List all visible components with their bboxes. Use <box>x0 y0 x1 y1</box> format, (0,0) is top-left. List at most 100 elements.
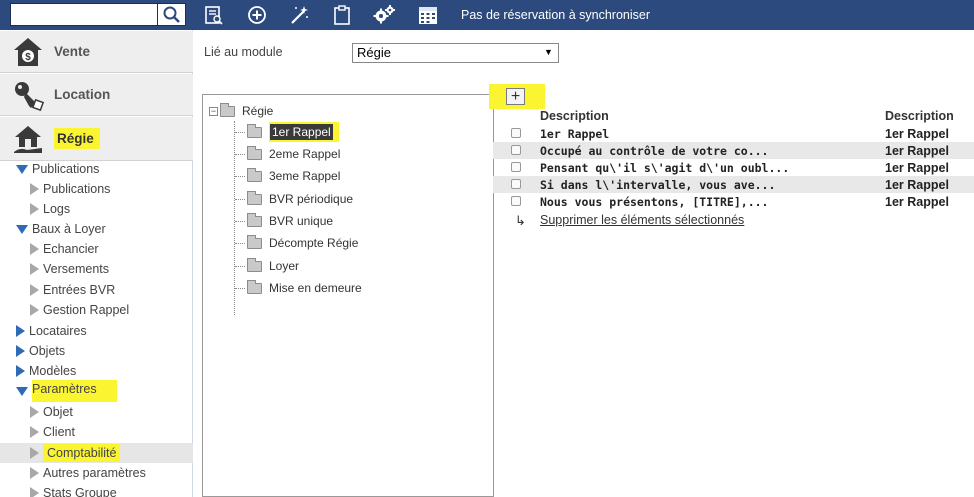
tree-node-label: Régie <box>242 104 274 118</box>
expanded-triangle-icon <box>16 224 28 234</box>
tree-connector <box>235 132 245 133</box>
tree-connector <box>235 176 245 177</box>
tree-node-loyer[interactable]: Loyer <box>247 257 299 275</box>
report-icon[interactable] <box>202 3 226 27</box>
table-row[interactable]: Nous vous présentons, [TITRE],... 1er Ra… <box>493 193 974 210</box>
tree-node-label: BVR unique <box>269 214 334 228</box>
tree-node-label: 3eme Rappel <box>269 169 341 183</box>
tree-node-label: 1er Rappel <box>269 122 339 142</box>
nav-objet[interactable]: Objet <box>0 402 193 422</box>
tree-node-1er-rappel[interactable]: 1er Rappel <box>247 122 339 142</box>
row-checkbox[interactable] <box>511 145 521 155</box>
nav-client[interactable]: Client <box>0 422 193 442</box>
module-regie[interactable]: Régie <box>0 117 193 161</box>
bullet-triangle-icon <box>30 203 39 215</box>
svg-text:$: $ <box>25 52 31 63</box>
tree-node-label: Mise en demeure <box>269 281 362 295</box>
bullet-triangle-icon <box>30 447 39 459</box>
return-arrow-icon: ↳ <box>515 213 526 228</box>
search-input[interactable] <box>10 3 158 26</box>
row-category: 1er Rappel <box>885 161 949 175</box>
nav-comptabilite[interactable]: Comptabilité <box>0 443 193 463</box>
tree-node-3eme-rappel[interactable]: 3eme Rappel <box>247 167 340 185</box>
row-checkbox[interactable] <box>511 162 521 172</box>
nav-parametres-group[interactable]: Paramètres <box>0 380 193 402</box>
tree-node-mise-en-demeure[interactable]: Mise en demeure <box>247 279 362 297</box>
house-dollar-icon: $ <box>8 32 48 72</box>
nav-echancier[interactable]: Echancier <box>0 239 193 259</box>
search-icon <box>163 6 180 23</box>
tree-node-decompte-regie[interactable]: Décompte Régie <box>247 234 358 252</box>
tree-root-regie[interactable]: − Régie <box>209 102 273 120</box>
magic-wand-icon[interactable] <box>287 3 311 27</box>
add-circle-icon[interactable] <box>245 3 269 27</box>
tree-node-bvr-unique[interactable]: BVR unique <box>247 212 333 230</box>
nav-label: Baux à Loyer <box>32 222 106 236</box>
sync-status-text: Pas de réservation à synchroniser <box>461 8 650 22</box>
table-row[interactable]: Occupé au contrôle de votre co... 1er Ra… <box>493 142 974 159</box>
row-category: 1er Rappel <box>885 144 949 158</box>
module-label: Vente <box>54 44 91 59</box>
add-item-button[interactable]: + <box>506 88 525 105</box>
module-label: Location <box>54 87 111 102</box>
nav-logs[interactable]: Logs <box>0 199 193 219</box>
nav-label: Locataires <box>29 324 87 338</box>
row-description: Pensant qu\'il s\'agit d\'un oubl... <box>540 161 790 175</box>
nav-stats-groupe[interactable]: Stats Groupe <box>0 483 193 497</box>
column-header-description[interactable]: Description <box>540 109 609 123</box>
nav-versements[interactable]: Versements <box>0 259 193 279</box>
tree-node-label: BVR périodique <box>269 192 354 206</box>
tree-connector <box>235 288 245 289</box>
search-button[interactable] <box>158 3 186 26</box>
nav-publications-group[interactable]: Publications <box>0 159 193 179</box>
module-vente[interactable]: $ Vente <box>0 31 193 73</box>
table-row[interactable]: 1er Rappel 1er Rappel <box>493 125 974 142</box>
nav-label: Echancier <box>43 242 99 256</box>
nav-label: Versements <box>43 262 110 276</box>
nav-locataires[interactable]: Locataires <box>0 321 193 341</box>
nav-objets[interactable]: Objets <box>0 341 193 361</box>
folder-icon <box>247 145 262 160</box>
nav-label: Objet <box>43 405 73 419</box>
nav-modeles[interactable]: Modèles <box>0 361 193 381</box>
bullet-triangle-icon <box>30 304 39 316</box>
tree-connector <box>235 199 245 200</box>
table-row[interactable]: Si dans l\'intervalle, vous ave... 1er R… <box>493 176 974 193</box>
nav-gestion-rappel[interactable]: Gestion Rappel <box>0 300 193 320</box>
clipboard-icon[interactable] <box>330 3 354 27</box>
row-description: 1er Rappel <box>540 127 610 141</box>
bullet-triangle-icon <box>30 487 39 497</box>
nav-baux-group[interactable]: Baux à Loyer <box>0 219 193 239</box>
bullet-triangle-icon <box>30 284 39 296</box>
nav-label: Paramètres <box>32 380 117 402</box>
calendar-icon[interactable] <box>416 3 440 27</box>
nav-label: Stats Groupe <box>43 486 117 497</box>
column-header-description-2[interactable]: Description <box>885 109 954 123</box>
folder-icon <box>247 279 262 294</box>
collapse-icon[interactable]: − <box>209 106 218 116</box>
nav-entrees-bvr[interactable]: Entrées BVR <box>0 280 193 300</box>
nav-publications[interactable]: Publications <box>0 179 193 199</box>
bullet-triangle-icon <box>30 263 39 275</box>
tree-node-label: Décompte Régie <box>269 236 359 250</box>
module-location[interactable]: Location <box>0 74 193 116</box>
row-checkbox[interactable] <box>511 196 521 206</box>
row-checkbox[interactable] <box>511 128 521 138</box>
tree-node-bvr-periodique[interactable]: BVR périodique <box>247 190 353 208</box>
module-select[interactable]: Régie <box>352 43 559 63</box>
nav-label: Publications <box>32 162 100 176</box>
collapsed-triangle-icon <box>16 325 25 337</box>
folder-icon <box>220 102 235 117</box>
row-checkbox[interactable] <box>511 179 521 189</box>
bullet-triangle-icon <box>30 183 39 195</box>
settings-icon[interactable] <box>372 3 396 27</box>
tree-node-2eme-rappel[interactable]: 2eme Rappel <box>247 145 340 163</box>
module-label: Régie <box>54 128 100 149</box>
sidebar: $ Vente Location Régie Publications Publ… <box>0 30 193 497</box>
nav-label: Logs <box>43 202 71 216</box>
nav-label: Autres paramètres <box>43 466 146 480</box>
delete-selected-link[interactable]: Supprimer les éléments sélectionnés <box>540 213 744 227</box>
nav-autres-parametres[interactable]: Autres paramètres <box>0 463 193 483</box>
row-description: Occupé au contrôle de votre co... <box>540 144 769 158</box>
table-row[interactable]: Pensant qu\'il s\'agit d\'un oubl... 1er… <box>493 159 974 176</box>
